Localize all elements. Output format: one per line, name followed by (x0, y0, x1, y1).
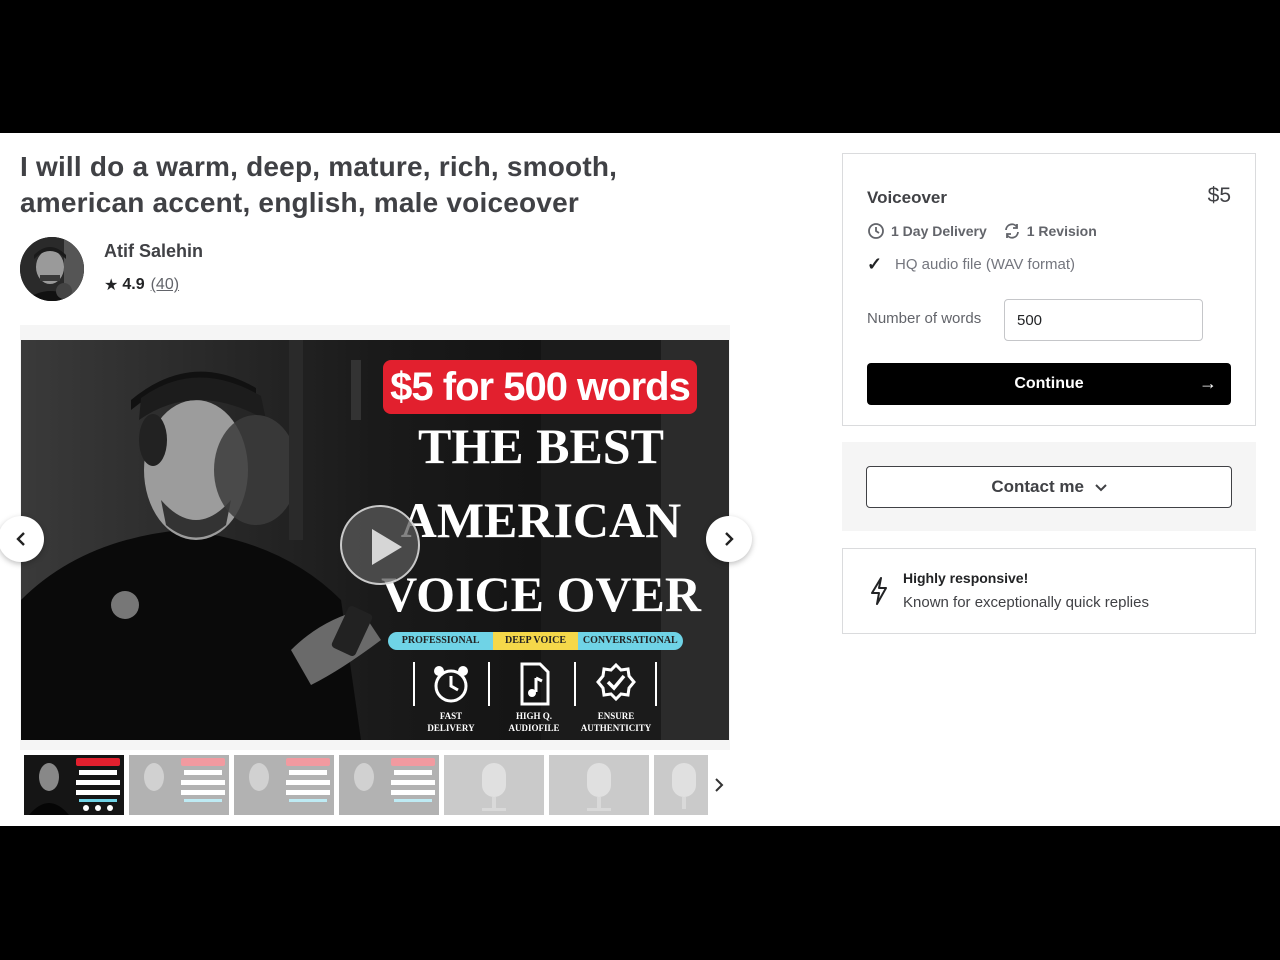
promo-tag: CONVERSATIONAL (577, 632, 683, 650)
contact-label: Contact me (991, 477, 1084, 496)
review-count-link[interactable]: (40) (151, 276, 179, 294)
rating-score: 4.9 (122, 276, 145, 293)
promo-tag: DEEP VOICE (493, 632, 578, 650)
words-input[interactable] (1004, 299, 1203, 341)
promo-line-1: THE BEST (418, 418, 664, 474)
revision-count: 1 Revision (1026, 223, 1097, 239)
chevron-right-icon (725, 532, 734, 546)
star-icon: ★ (104, 277, 119, 294)
package-price: $5 (1207, 184, 1231, 207)
continue-button[interactable]: Continue → (867, 363, 1231, 405)
alarm-clock-icon (434, 666, 468, 703)
seller-rating: ★ 4.9 (40) (104, 275, 179, 295)
feature-divider (655, 662, 657, 706)
feature-line: AUDIOFILE (508, 723, 560, 733)
chevron-left-icon (16, 532, 25, 546)
feature-line: ENSURE (597, 711, 635, 721)
promo-price-banner: $5 for 500 words (383, 360, 697, 414)
play-video-button[interactable] (340, 505, 420, 585)
clock-icon (868, 223, 884, 239)
responsive-title: Highly responsive! (903, 570, 1029, 586)
arrow-right-icon: → (1199, 373, 1217, 393)
feature-fast-delivery: FAST DELIVERY (411, 662, 491, 734)
gig-gallery: $5 for 500 words THE BEST AMERICAN VOICE… (20, 325, 730, 750)
chevron-down-icon (1094, 484, 1107, 492)
feature-audio-file: HIGH Q. AUDIOFILE (494, 662, 574, 734)
promo-tags: PROFESSIONAL DEEP VOICE CONVERSATIONAL (388, 632, 683, 650)
promo-line-3: VOICE OVER (381, 566, 701, 622)
gig-page: I will do a warm, deep, mature, rich, sm… (0, 133, 1280, 826)
delivery-time: 1 Day Delivery (891, 223, 987, 239)
feature-line: HIGH Q. (515, 711, 552, 721)
thumbnail[interactable] (234, 755, 334, 815)
feature-line: DELIVERY (427, 723, 475, 733)
thumbnail[interactable] (24, 755, 124, 815)
package-name: Voiceover (867, 188, 948, 207)
gallery-next-button[interactable] (706, 516, 752, 562)
badge-check-icon (596, 662, 636, 702)
feature-line: FAST (439, 711, 463, 721)
gallery-main-image[interactable]: $5 for 500 words THE BEST AMERICAN VOICE… (21, 340, 729, 740)
feature-authenticity: ENSURE AUTHENTICITY (576, 662, 656, 734)
thumbnail[interactable] (549, 755, 649, 815)
contact-me-button[interactable]: Contact me (866, 466, 1232, 508)
gallery-prev-button[interactable] (0, 516, 44, 562)
revision-icon (1004, 223, 1019, 239)
thumbnail[interactable] (444, 755, 544, 815)
package-card: Voiceover $5 1 Day Delivery 1 Revision ✓… (842, 153, 1256, 426)
thumbnail[interactable] (129, 755, 229, 815)
check-icon: ✓ (867, 254, 883, 274)
words-label: Number of words (867, 310, 982, 327)
feature-divider (488, 662, 490, 706)
package-meta: 1 Day Delivery 1 Revision (867, 222, 1097, 240)
seller-avatar[interactable] (20, 237, 84, 301)
contact-section: Contact me (842, 442, 1256, 531)
chevron-right-icon (715, 778, 724, 792)
promo-tag: PROFESSIONAL (388, 632, 494, 650)
thumbnails-next-button[interactable] (708, 755, 730, 815)
audio-file-icon (520, 662, 550, 706)
lightning-icon (871, 577, 887, 605)
seller-name[interactable]: Atif Salehin (104, 241, 203, 262)
continue-label: Continue (1014, 375, 1084, 392)
thumbnail[interactable] (339, 755, 439, 815)
package-feature-label: HQ audio file (WAV format) (895, 256, 1076, 273)
feature-line: AUTHENTICITY (580, 723, 652, 733)
package-feature: ✓ HQ audio file (WAV format) (867, 254, 1075, 275)
gallery-thumbnails (24, 755, 730, 817)
responsive-subtitle: Known for exceptionally quick replies (903, 594, 1149, 611)
promo-line-2: AMERICAN (400, 492, 682, 548)
gig-title: I will do a warm, deep, mature, rich, sm… (20, 151, 618, 218)
responsive-badge-card: Highly responsive! Known for exceptional… (842, 548, 1256, 634)
